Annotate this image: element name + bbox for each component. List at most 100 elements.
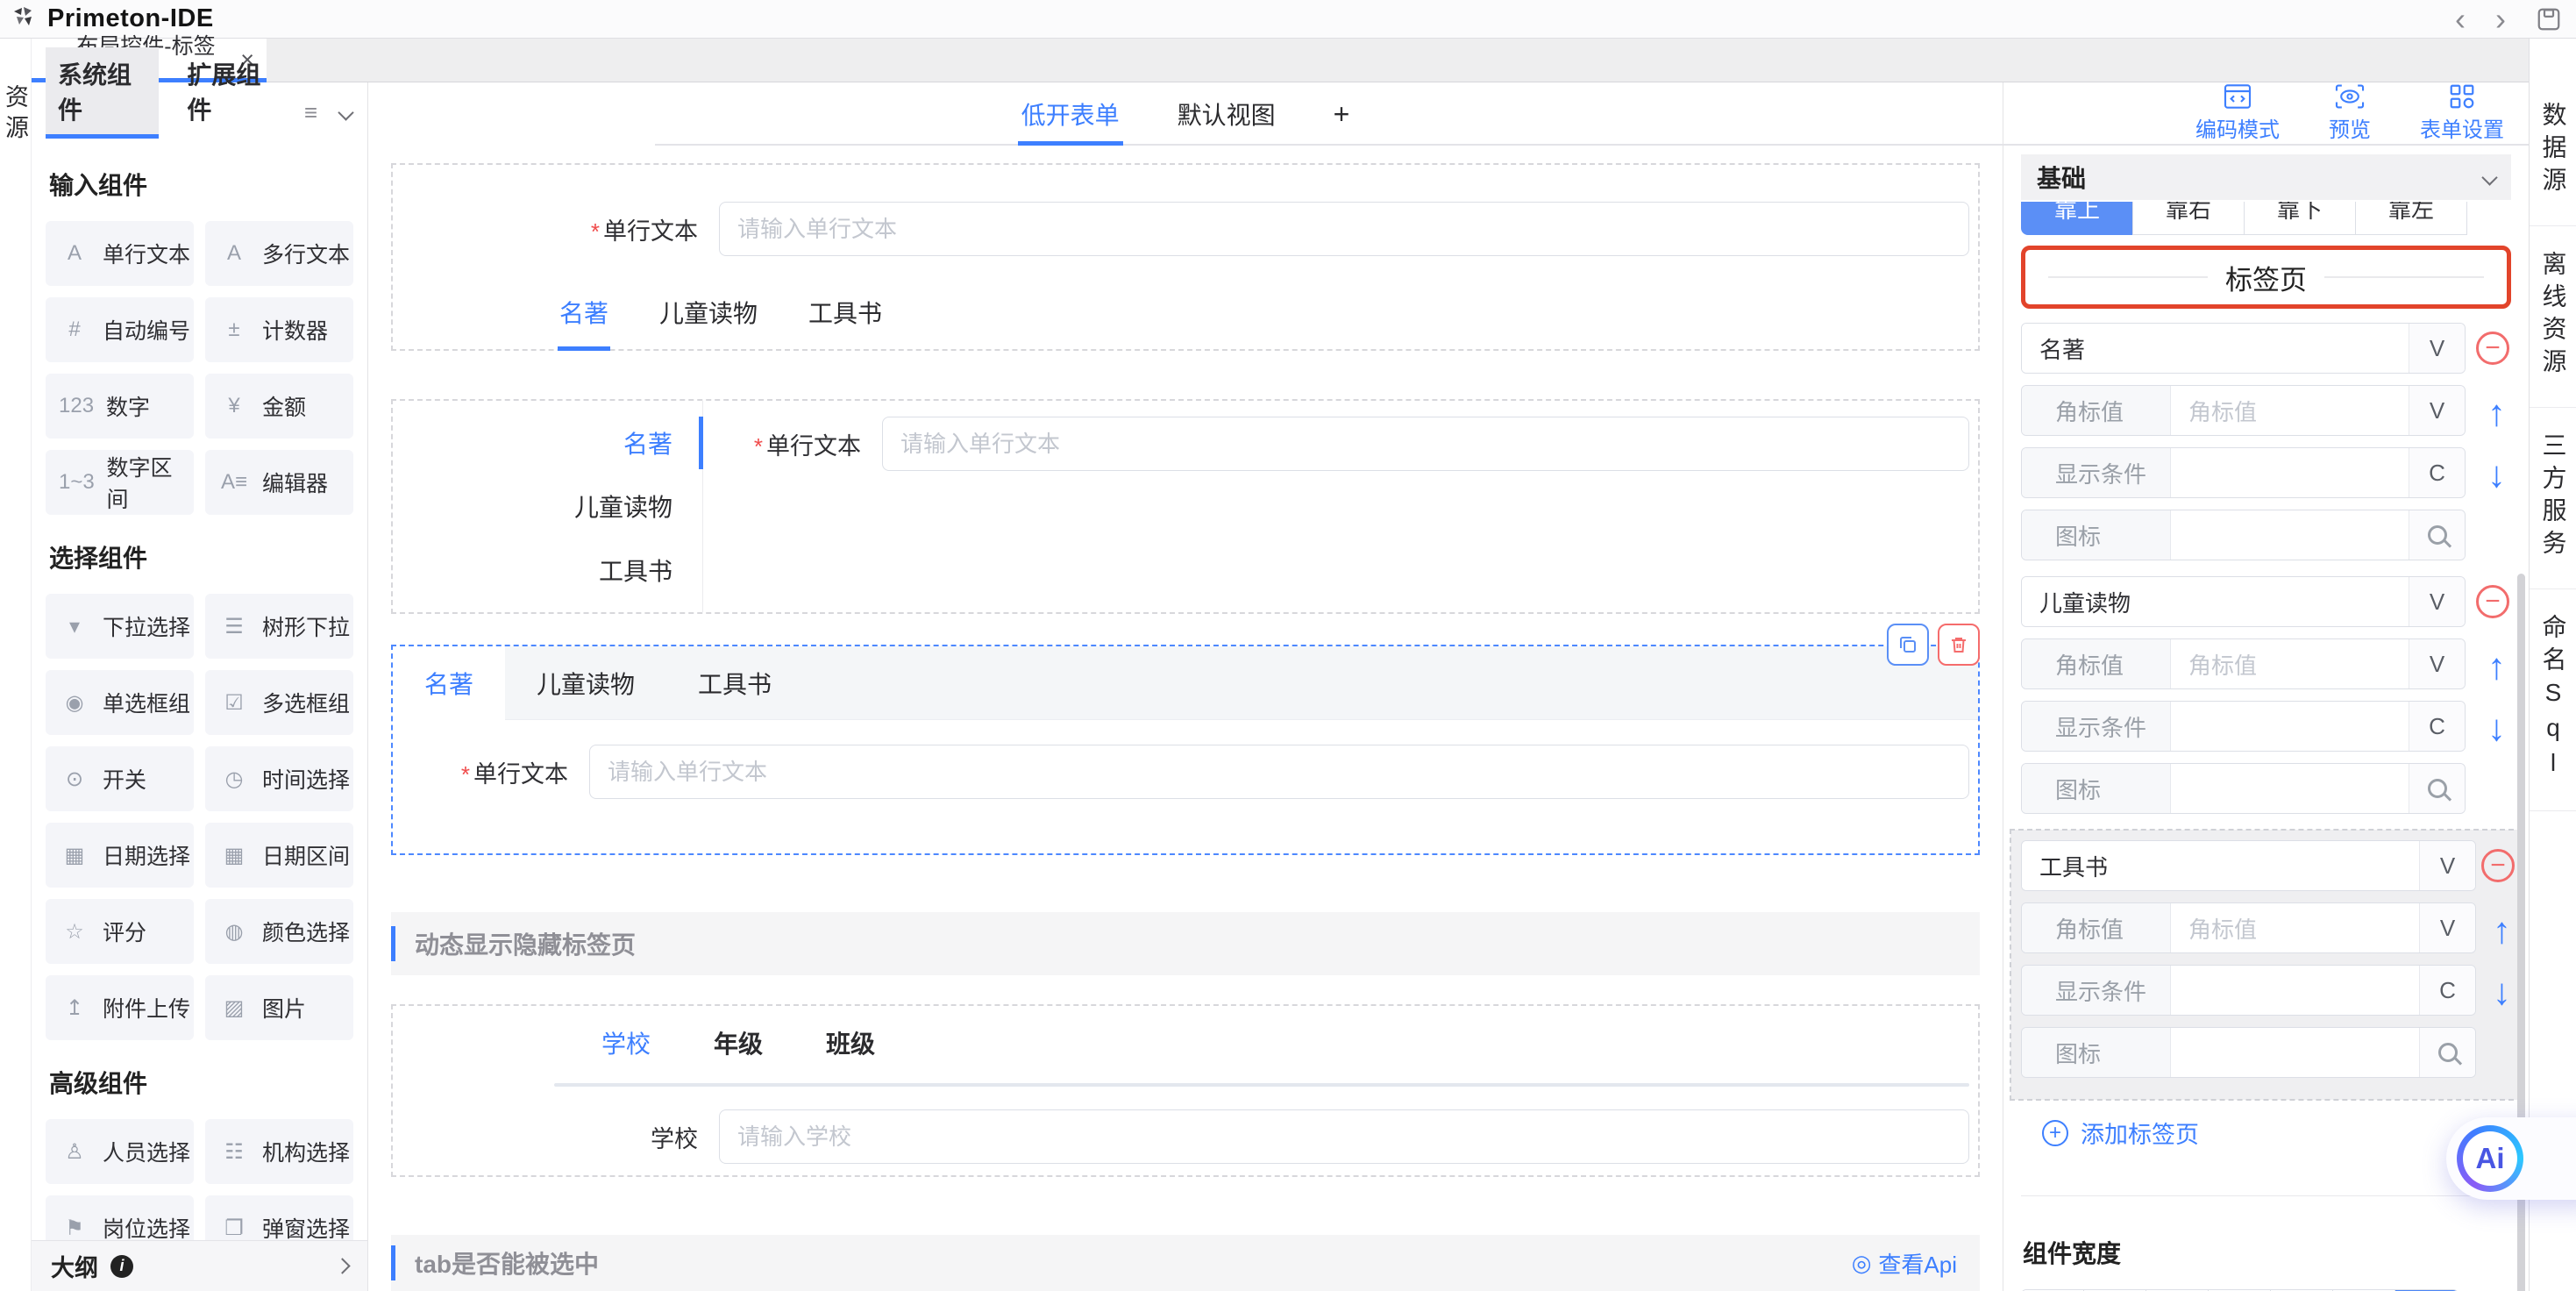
move-down-button[interactable]: ↓ [2493,974,2511,1010]
palette-item[interactable]: ☆ 评分 [46,899,194,964]
tab-position-option[interactable]: 靠上 [2021,202,2133,235]
palette-item[interactable]: ⚑ 岗位选择 [46,1195,194,1240]
palette-item[interactable]: 123 数字 [46,374,194,439]
icon-search-button[interactable] [2409,764,2465,813]
form-settings-button[interactable]: 表单设置 [2420,83,2504,143]
icon-search-button[interactable] [2419,1028,2475,1077]
palette-item[interactable]: ▦ 日期区间 [205,823,353,888]
palette-item[interactable]: ▨ 图片 [205,975,353,1040]
palette-item[interactable]: ¥ 金额 [205,374,353,439]
preview-button[interactable]: 预览 [2329,83,2371,143]
tab-position-option[interactable]: 靠下 [2244,202,2356,235]
tab-gongjushu[interactable]: 工具书 [393,539,702,602]
condition-suffix-button[interactable]: C [2419,966,2475,1015]
right-rail-item[interactable]: 数据源 [2530,77,2576,226]
tab-class[interactable]: 班级 [826,1025,875,1060]
delete-widget-button[interactable] [1938,624,1980,666]
ai-assistant-button[interactable]: Ai [2446,1117,2576,1200]
tabs-widget-left[interactable]: 名著 儿童读物 工具书 *单行文本 [391,399,1980,614]
palette-item[interactable]: ↥ 附件上传 [46,975,194,1040]
icon-search-button[interactable] [2409,510,2465,560]
tab-name-input[interactable]: 工具书 [2022,841,2419,890]
palette-item[interactable]: A 单行文本 [46,221,194,286]
tab-system-components[interactable]: 系统组件 [46,47,159,137]
palette-item[interactable]: ◉ 单选框组 [46,670,194,735]
palette-scroll[interactable]: 输入组件 A 单行文本 A 多行文本 [32,137,367,1240]
condition-input[interactable] [2171,966,2419,1015]
left-rail-resources[interactable]: 资源 [0,84,32,1291]
code-mode-button[interactable]: 编码模式 [2195,83,2280,143]
tab-mingzhu[interactable]: 名著 [393,411,702,474]
right-rail-item[interactable]: 命名Sql [2530,589,2576,811]
palette-item[interactable]: ☰ 树形下拉 [205,594,353,659]
right-rail-item[interactable]: 三方服务 [2530,408,2576,589]
tab-name-input[interactable]: 儿童读物 [2022,577,2409,626]
palette-item[interactable]: ▦ 日期选择 [46,823,194,888]
tab-ertongduwu[interactable]: 儿童读物 [659,295,758,330]
palette-item[interactable]: ☑ 多选框组 [205,670,353,735]
school-input[interactable] [719,1109,1969,1164]
right-rail-item[interactable]: 离线资源 [2530,226,2576,408]
basic-section-header[interactable]: 基础 [2021,154,2511,200]
move-up-button[interactable]: ↑ [2487,395,2506,432]
tabs-widget-top[interactable]: *单行文本 名著 儿童读物 工具书 [391,163,1980,351]
palette-item[interactable]: ▾ 下拉选择 [46,594,194,659]
condition-input[interactable] [2171,448,2409,497]
tab-lowcode-form[interactable]: 低开表单 [1021,82,1120,146]
badge-input[interactable]: 角标值 [2171,903,2419,952]
tab-ertongduwu[interactable]: 儿童读物 [393,474,702,538]
icon-input[interactable] [2171,1028,2419,1077]
badge-input[interactable]: 角标值 [2171,639,2409,688]
remove-tab-button[interactable]: − [2476,332,2509,365]
variable-suffix-button[interactable]: V [2409,386,2465,435]
add-view-tab-button[interactable]: + [1334,82,1350,146]
palette-item[interactable]: # 自动编号 [46,297,194,362]
variable-suffix-button[interactable]: V [2409,324,2465,373]
condition-input[interactable] [2171,702,2409,751]
palette-item[interactable]: ☷ 机构选择 [205,1119,353,1184]
palette-item[interactable]: ± 计数器 [205,297,353,362]
palette-item[interactable]: 1~3 数字区间 [46,450,194,515]
tab-grade[interactable]: 年级 [714,1025,763,1060]
tab-name-input[interactable]: 名著 [2022,324,2409,373]
canvas-scroll[interactable]: *单行文本 名著 儿童读物 工具书 [368,146,2003,1291]
tab-mingzhu[interactable]: 名著 [393,646,505,720]
single-line-text-input[interactable] [719,202,1969,256]
move-up-button[interactable]: ↑ [2493,912,2511,949]
collapse-palette-icon[interactable] [340,107,352,137]
badge-input[interactable]: 角标值 [2171,386,2409,435]
move-down-button[interactable]: ↓ [2487,456,2506,493]
variable-suffix-button[interactable]: V [2409,639,2465,688]
tab-mingzhu[interactable]: 名著 [559,295,608,330]
palette-item[interactable]: ♙ 人员选择 [46,1119,194,1184]
condition-suffix-button[interactable]: C [2409,448,2465,497]
tabs-widget-selected[interactable]: 名著 儿童读物 工具书 *单行文本 [391,645,1980,855]
remove-tab-button[interactable]: − [2481,849,2515,882]
tab-position-option[interactable]: 靠右 [2132,202,2245,235]
tab-extension-components[interactable]: 扩展组件 [181,47,281,137]
variable-suffix-button[interactable]: V [2409,577,2465,626]
remove-tab-button[interactable]: − [2476,585,2509,618]
move-up-button[interactable]: ↑ [2487,648,2506,685]
palette-item[interactable]: A 多行文本 [205,221,353,286]
palette-item[interactable]: ❐ 弹窗选择 [205,1195,353,1240]
save-icon[interactable] [2536,6,2562,32]
outline-bar[interactable]: 大纲 i [32,1240,367,1291]
single-line-text-input[interactable] [882,417,1969,471]
add-tab-link[interactable]: + 添加标签页 [2042,1116,2511,1150]
chevron-right-icon[interactable] [334,1258,350,1273]
palette-item[interactable]: ◷ 时间选择 [205,746,353,811]
palette-item[interactable]: A≡ 编辑器 [205,450,353,515]
copy-widget-button[interactable] [1887,624,1929,666]
palette-item[interactable]: ⊙ 开关 [46,746,194,811]
icon-input[interactable] [2171,510,2409,560]
variable-suffix-button[interactable]: V [2419,841,2475,890]
move-down-button[interactable]: ↓ [2487,710,2506,746]
list-view-icon[interactable]: ≡ [304,99,317,137]
tab-ertongduwu[interactable]: 儿童读物 [505,646,666,719]
back-arrow-icon[interactable]: ‹ [2455,4,2466,35]
palette-item[interactable]: ◍ 颜色选择 [205,899,353,964]
tabs-widget-school[interactable]: 学校 年级 班级 学校 [391,1004,1980,1177]
tab-gongjushu[interactable]: 工具书 [808,295,882,330]
tab-gongjushu[interactable]: 工具书 [666,646,803,719]
